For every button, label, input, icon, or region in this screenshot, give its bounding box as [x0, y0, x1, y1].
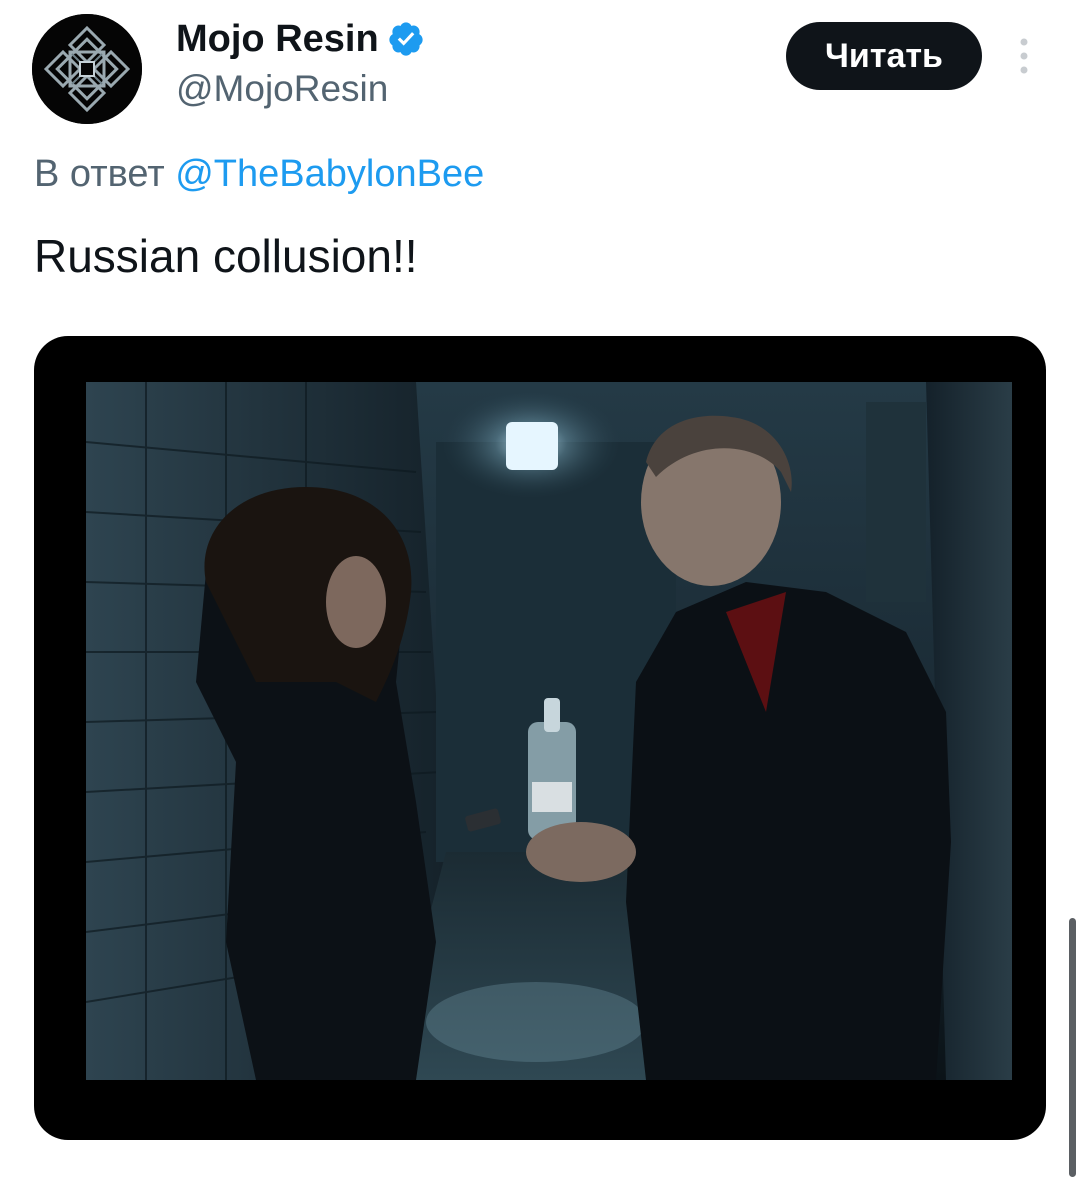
reply-mention-link[interactable]: @TheBabylonBee — [175, 153, 484, 195]
celtic-knot-logo-icon — [32, 14, 142, 124]
corridor-scene-image — [86, 382, 1012, 1080]
scrollbar-thumb[interactable] — [1069, 918, 1076, 1177]
author-handle[interactable]: @MojoResin — [176, 64, 388, 114]
tweet-media[interactable] — [34, 336, 1046, 1140]
author-name-text[interactable]: Mojo Resin — [176, 14, 379, 64]
more-options-icon[interactable] — [1010, 36, 1038, 76]
author-avatar[interactable] — [32, 14, 142, 124]
reply-prefix: В ответ — [34, 153, 165, 195]
author-display-name[interactable]: Mojo Resin — [176, 14, 425, 64]
verified-badge-icon — [387, 20, 425, 58]
tweet-text: Russian collusion!! — [34, 230, 418, 282]
follow-button[interactable]: Читать — [786, 22, 982, 90]
media-photo[interactable] — [86, 382, 1012, 1080]
reply-context: В ответ @TheBabylonBee — [34, 150, 484, 198]
